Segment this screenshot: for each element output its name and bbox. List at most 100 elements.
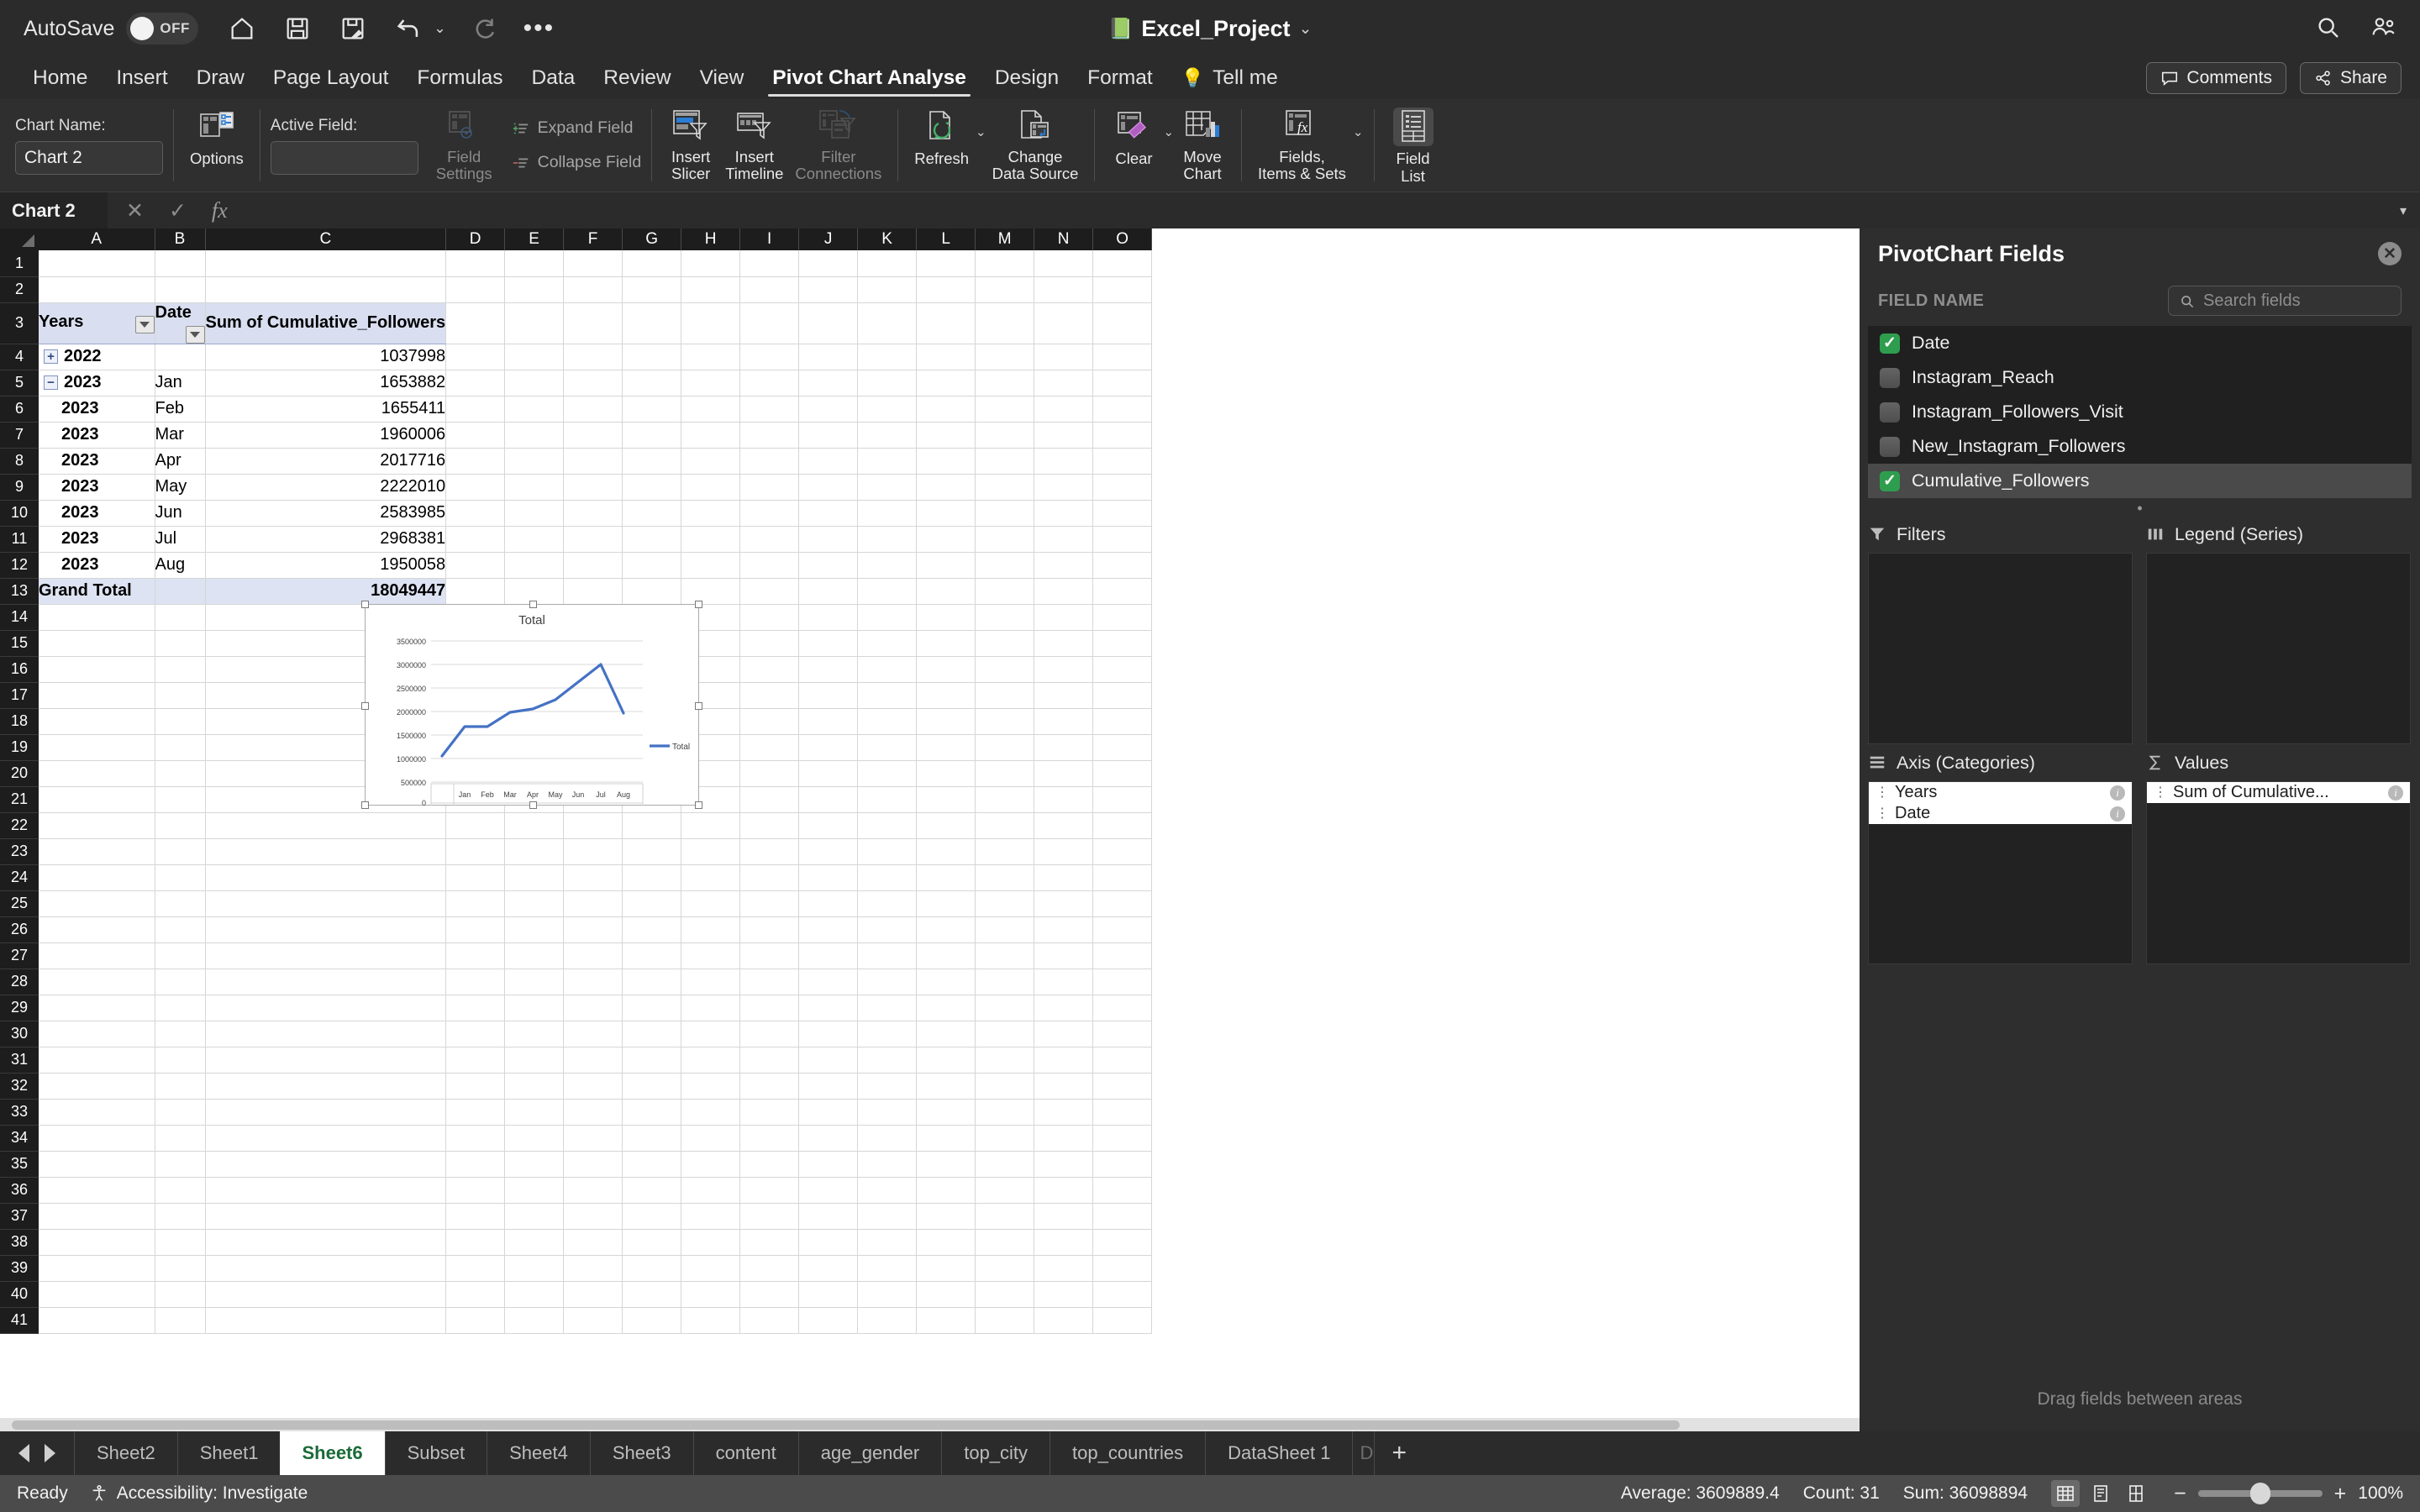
- grid-cell[interactable]: [975, 890, 1035, 917]
- grid-cell[interactable]: [798, 578, 859, 605]
- grid-cell[interactable]: [155, 276, 206, 303]
- grid-cell[interactable]: [1034, 942, 1094, 969]
- grid-cell[interactable]: [798, 916, 859, 943]
- fields-items-sets-chevron-down-icon[interactable]: ⌄: [1353, 124, 1364, 139]
- grid-cell[interactable]: [622, 422, 682, 449]
- grid-cell[interactable]: [739, 942, 800, 969]
- grid-cell[interactable]: [1092, 734, 1153, 761]
- row-header-38[interactable]: 38: [0, 1229, 39, 1256]
- sheet-tab-subset[interactable]: Subset: [384, 1431, 487, 1475]
- grid-cell[interactable]: [1092, 838, 1153, 865]
- grid-cell[interactable]: [445, 1229, 506, 1256]
- grid-cell[interactable]: [504, 276, 565, 303]
- grid-cell[interactable]: [916, 786, 976, 813]
- accessibility-status[interactable]: Accessibility: Investigate: [90, 1483, 308, 1504]
- sheet-tab-sheet3[interactable]: Sheet3: [589, 1431, 693, 1475]
- grid-cell[interactable]: [739, 630, 800, 657]
- grid-cell[interactable]: [563, 302, 623, 344]
- grid-cell[interactable]: [857, 422, 918, 449]
- grid-cell[interactable]: [622, 916, 682, 943]
- grid-cell[interactable]: [1034, 578, 1094, 605]
- grid-cell[interactable]: [857, 1203, 918, 1230]
- zoom-in-button[interactable]: +: [2334, 1483, 2347, 1504]
- pivot-header-years[interactable]: Years: [39, 302, 155, 344]
- grid-cell[interactable]: [975, 864, 1035, 891]
- column-header-j[interactable]: J: [798, 228, 859, 250]
- grid-cell[interactable]: [504, 969, 565, 995]
- grid-cell[interactable]: [504, 474, 565, 501]
- grid-cell[interactable]: [445, 1151, 506, 1178]
- grid-cell[interactable]: [739, 250, 800, 277]
- zoom-out-button[interactable]: −: [2174, 1483, 2186, 1504]
- undo-dropdown-icon[interactable]: ⌄: [434, 20, 445, 37]
- grid-cell[interactable]: [857, 760, 918, 787]
- pivot-cell-date[interactable]: Aug: [155, 552, 206, 579]
- grid-cell[interactable]: [155, 708, 206, 735]
- grid-cell[interactable]: [445, 1203, 506, 1230]
- grid-cell[interactable]: [916, 916, 976, 943]
- grid-cell[interactable]: [155, 734, 206, 761]
- tab-home[interactable]: Home: [18, 57, 102, 99]
- sheet-tab-sheet4[interactable]: Sheet4: [487, 1431, 590, 1475]
- grid-cell[interactable]: [916, 1099, 976, 1126]
- row-header-36[interactable]: 36: [0, 1177, 39, 1204]
- grid-cell[interactable]: [1092, 276, 1153, 303]
- pivot-toggle-icon[interactable]: +: [44, 349, 58, 365]
- grid-cell[interactable]: [1092, 969, 1153, 995]
- grid-cell[interactable]: [445, 942, 506, 969]
- grid-cell[interactable]: [1034, 1229, 1094, 1256]
- grid-cell[interactable]: [681, 1073, 741, 1100]
- grid-cell[interactable]: [975, 1047, 1035, 1074]
- grid-cell[interactable]: [504, 1047, 565, 1074]
- grid-cell[interactable]: [1034, 474, 1094, 501]
- formula-input[interactable]: [245, 192, 2400, 229]
- grid-cell[interactable]: [622, 1047, 682, 1074]
- pivot-cell-date[interactable]: May: [155, 474, 206, 501]
- grid-cell[interactable]: [857, 656, 918, 683]
- checkbox-icon[interactable]: [1880, 436, 1900, 457]
- grid-cell[interactable]: [155, 250, 206, 277]
- grid-cell[interactable]: [975, 422, 1035, 449]
- field-item-new-instagram-followers[interactable]: New_Instagram_Followers: [1868, 429, 2412, 464]
- grid-cell[interactable]: [155, 1177, 206, 1204]
- grid-cell[interactable]: [739, 276, 800, 303]
- grid-cell[interactable]: [39, 734, 155, 761]
- grid-cell[interactable]: [39, 1307, 155, 1334]
- checkbox-icon[interactable]: [1880, 333, 1900, 354]
- add-sheet-button[interactable]: +: [1374, 1431, 1423, 1475]
- grid-cell[interactable]: [916, 760, 976, 787]
- grid-cell[interactable]: [975, 474, 1035, 501]
- grid-cell[interactable]: [1092, 812, 1153, 839]
- grid-cell[interactable]: [857, 942, 918, 969]
- clear-chevron-down-icon[interactable]: ⌄: [1163, 124, 1174, 139]
- grid-cell[interactable]: [681, 448, 741, 475]
- grid-cell[interactable]: [1034, 1099, 1094, 1126]
- grid-cell[interactable]: [445, 995, 506, 1021]
- pivot-cell-value[interactable]: 2968381: [205, 526, 447, 553]
- row-header-39[interactable]: 39: [0, 1255, 39, 1282]
- grid-cell[interactable]: [563, 396, 623, 423]
- grid-cell[interactable]: [857, 604, 918, 631]
- grid-cell[interactable]: [39, 250, 155, 277]
- grid-cell[interactable]: [563, 890, 623, 917]
- grid-cell[interactable]: [1092, 1177, 1153, 1204]
- grid-cell[interactable]: [975, 370, 1035, 396]
- tab-data[interactable]: Data: [518, 57, 590, 99]
- grid-cell[interactable]: [857, 474, 918, 501]
- grid-cell[interactable]: [798, 630, 859, 657]
- grid-cell[interactable]: [916, 838, 976, 865]
- grid-cell[interactable]: [681, 1307, 741, 1334]
- pivot-cell-years[interactable]: 2023: [39, 422, 155, 449]
- grid-cell[interactable]: [739, 708, 800, 735]
- grand-total-label[interactable]: Grand Total: [39, 577, 155, 605]
- filter-dropdown-icon[interactable]: [134, 316, 154, 333]
- pivot-cell-date[interactable]: Apr: [155, 448, 206, 475]
- grid-cell[interactable]: [681, 864, 741, 891]
- grid-cell[interactable]: [798, 656, 859, 683]
- grid-cell[interactable]: [857, 344, 918, 370]
- grid-cell[interactable]: [445, 1073, 506, 1100]
- grid-cell[interactable]: [916, 370, 976, 396]
- grid-cell[interactable]: [916, 682, 976, 709]
- grid-cell[interactable]: [739, 1047, 800, 1074]
- refresh-button[interactable]: Refresh: [908, 104, 975, 186]
